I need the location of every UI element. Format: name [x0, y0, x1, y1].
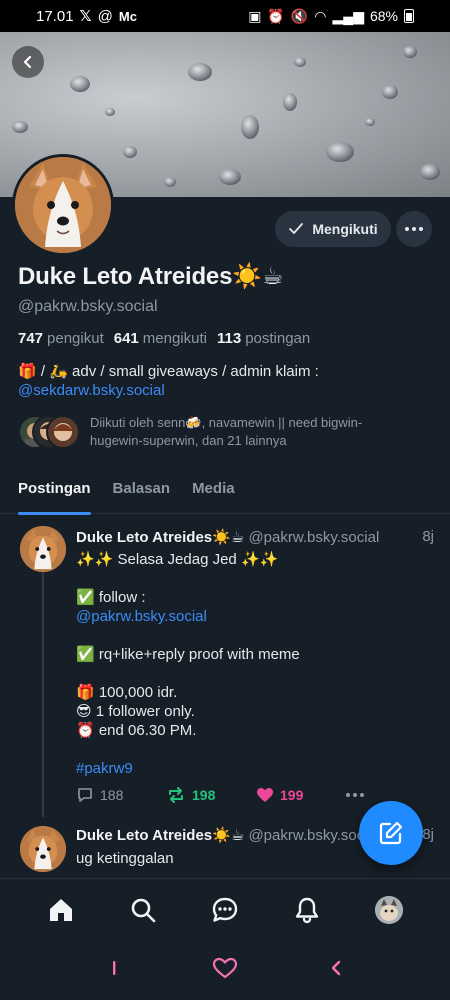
post-hashtag-link[interactable]: #pakrw9 [76, 759, 436, 778]
ellipsis-icon [405, 227, 423, 231]
comment-icon [78, 788, 92, 802]
followers-label: pengikut [47, 330, 104, 347]
post-author-handle: @pakrw.bsky.social [248, 529, 380, 546]
tab-posts[interactable]: Postingan [18, 470, 91, 515]
post-author-name[interactable]: Duke Leto Atreides☀️☕ [76, 529, 244, 546]
posts-stat: 113 postingan [217, 330, 310, 347]
wifi-icon: ◠ [314, 7, 327, 24]
thread-line [42, 572, 44, 817]
profile-handle: @pakrw.bsky.social [18, 298, 158, 315]
post-line: 🎁 100,000 idr. [76, 684, 178, 701]
recent-apps-icon [113, 960, 116, 975]
following-count: 641 [113, 330, 139, 347]
mute-icon: 🔇 [290, 7, 309, 24]
followed-by[interactable]: Diikuti oleh senn🍻, navamewin || need bi… [18, 414, 380, 450]
follower-avatar [46, 415, 80, 449]
like-button[interactable]: 199 [256, 787, 346, 803]
post-author-avatar[interactable] [20, 826, 66, 872]
profile-stats: 747 pengikut 641 mengikuti 113 postingan [18, 330, 310, 347]
post-author-avatar[interactable] [20, 526, 66, 572]
sim-icon: ▣ [248, 7, 262, 24]
heart-outline-icon [212, 957, 238, 978]
profile-avatar[interactable] [12, 154, 114, 256]
like-count: 199 [280, 787, 304, 803]
bottom-navigation [0, 878, 450, 940]
back-button[interactable] [12, 46, 44, 78]
status-bar: 17.01 𝕏 @ Mc ▣ ⏰ 🔇 ◠ ▂▄▆ 68% [0, 0, 450, 32]
post-mention-link[interactable]: @pakrw.bsky.social [76, 607, 436, 626]
post-timestamp: 8j [422, 826, 434, 843]
nav-notifications[interactable] [285, 888, 329, 932]
reply-button[interactable]: 188 [76, 786, 166, 804]
corgi-avatar-image [20, 526, 66, 572]
more-options-button[interactable] [396, 211, 432, 247]
bio-text: 🎁 / 🛵 adv / small giveaways / admin klai… [18, 363, 319, 380]
battery-percent: 68% [369, 8, 398, 24]
compose-button[interactable] [359, 801, 423, 865]
home-icon [50, 898, 72, 921]
recent-apps-button[interactable] [104, 958, 124, 983]
chat-bubble-icon [212, 897, 238, 922]
post-author-name[interactable]: Duke Leto Atreides☀️☕ [76, 827, 244, 844]
post-line: ✅ rq+like+reply proof with meme [76, 646, 300, 663]
following-button[interactable]: Mengikuti [275, 211, 391, 247]
following-button-label: Mengikuti [312, 221, 378, 237]
x-logo-icon: 𝕏 [79, 8, 92, 25]
post-header: Duke Leto Atreides☀️☕ @pakrw.bsky.social [76, 826, 379, 844]
check-icon [289, 223, 304, 234]
posts-label: postingan [245, 330, 311, 347]
tab-media[interactable]: Media [192, 470, 235, 514]
nav-home[interactable] [39, 888, 83, 932]
repost-count: 198 [192, 787, 216, 803]
corgi-avatar-image [20, 826, 66, 872]
bio-link[interactable]: @sekdarw.bsky.social [18, 381, 428, 400]
corgi-avatar-image [15, 157, 111, 253]
back-system-button[interactable] [326, 958, 346, 983]
status-time: 17.01 [36, 7, 74, 25]
signal-icon: ▂▄▆ [332, 7, 364, 24]
chevron-left-icon [331, 960, 341, 975]
search-icon [131, 898, 156, 922]
repost-button[interactable]: 198 [166, 786, 256, 804]
chevron-left-icon [23, 55, 32, 69]
reply-count: 188 [100, 787, 124, 803]
tab-replies[interactable]: Balasan [113, 470, 171, 514]
followed-by-avatars [18, 415, 80, 449]
post-line: ⏰ end 06.30 PM. [76, 722, 197, 739]
system-navigation [0, 940, 450, 1000]
post-line: ✨✨ Selasa Jedag Jed ✨✨ [76, 551, 279, 568]
post-line: ✅ follow : [76, 589, 146, 606]
ellipsis-icon [346, 793, 364, 797]
post-item[interactable]: Duke Leto Atreides☀️☕ @pakrw.bsky.social… [0, 514, 450, 819]
followed-by-text: Diikuti oleh senn🍻, navamewin || need bi… [90, 415, 363, 448]
nav-search[interactable] [121, 888, 165, 932]
threads-icon: @ [97, 7, 113, 25]
home-system-button[interactable] [212, 957, 238, 984]
posts-count: 113 [216, 330, 242, 347]
nav-profile[interactable] [367, 888, 411, 932]
post-header: Duke Leto Atreides☀️☕ @pakrw.bsky.social [76, 528, 379, 546]
post-body: ✨✨ Selasa Jedag Jed ✨✨ ✅ follow : @pakrw… [76, 550, 436, 778]
alarm-icon: ⏰ [267, 7, 285, 24]
following-label: mengikuti [142, 330, 207, 347]
profile-tabs: Postingan Balasan Media [0, 470, 450, 515]
battery-icon [404, 9, 414, 23]
followers-count: 747 [18, 330, 44, 347]
nav-messages[interactable] [203, 888, 247, 932]
post-timestamp: 8j [422, 528, 434, 545]
profile-bio: 🎁 / 🛵 adv / small giveaways / admin klai… [18, 362, 428, 400]
post-more-button[interactable] [346, 793, 364, 797]
post-actions: 188 198 199 [76, 786, 364, 804]
profile-display-name: Duke Leto Atreides☀️☕ [18, 263, 284, 290]
compose-icon [379, 821, 403, 845]
repost-icon [169, 787, 183, 803]
post-line: 😎 1 follower only. [76, 703, 195, 720]
following-stat[interactable]: 641 mengikuti [114, 330, 207, 347]
heart-icon [257, 788, 273, 802]
bell-icon [295, 897, 319, 923]
followers-stat[interactable]: 747 pengikut [18, 330, 104, 347]
mc-notification-icon: Mc [118, 8, 137, 24]
nav-profile-avatar [375, 895, 403, 924]
